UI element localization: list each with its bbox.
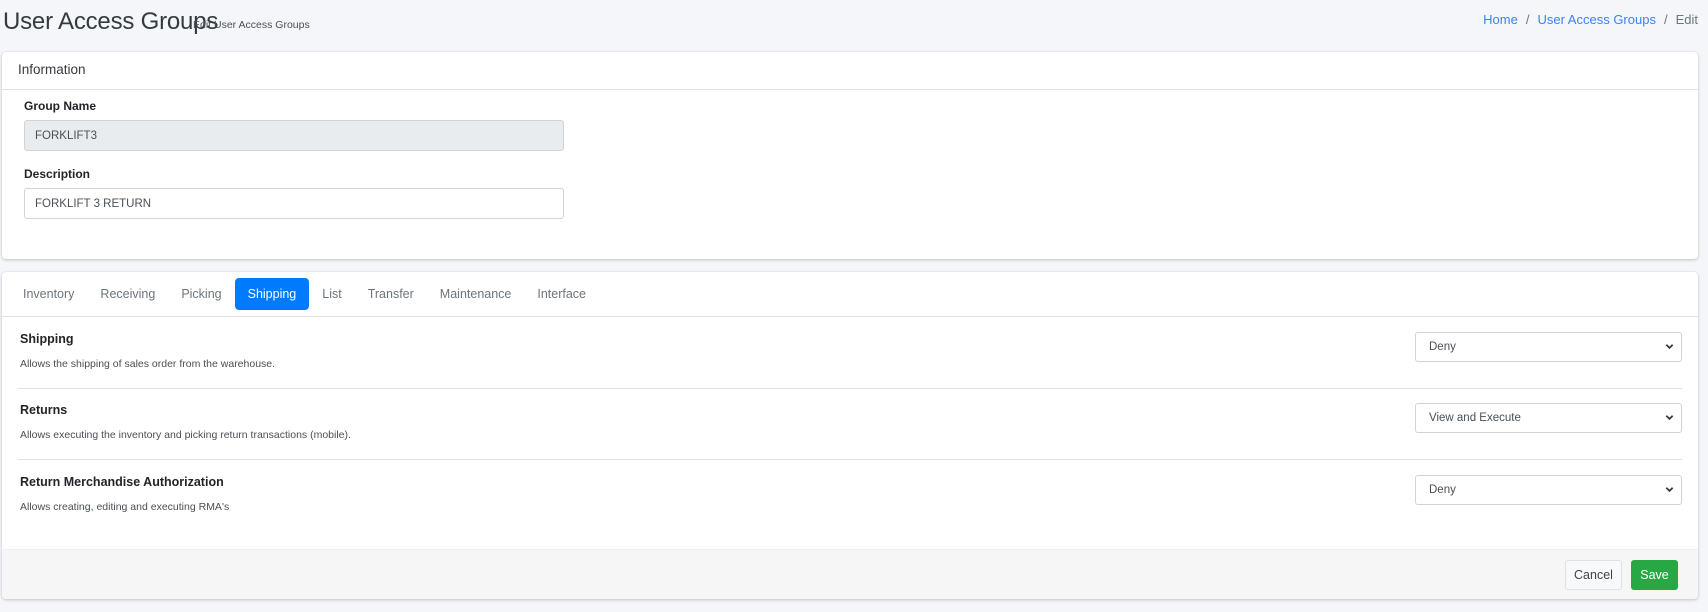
select-value: Deny bbox=[1429, 341, 1456, 353]
breadcrumb-user-access-groups[interactable]: User Access Groups bbox=[1537, 12, 1656, 27]
save-button[interactable]: Save bbox=[1631, 560, 1678, 590]
tab-picking[interactable]: Picking bbox=[168, 278, 234, 310]
permissions-card: Inventory Receiving Picking Shipping Lis… bbox=[2, 272, 1698, 599]
tab-inventory[interactable]: Inventory bbox=[10, 278, 87, 310]
permission-row-returns: Returns Allows executing the inventory a… bbox=[18, 389, 1682, 460]
tab-shipping[interactable]: Shipping bbox=[234, 278, 310, 310]
page-header: User Access Groups Edit User Access Grou… bbox=[0, 0, 1708, 44]
rma-permission-select[interactable]: Deny bbox=[1415, 475, 1682, 505]
select-value: View and Execute bbox=[1429, 412, 1521, 424]
permission-row-shipping: Shipping Allows the shipping of sales or… bbox=[18, 318, 1682, 389]
permission-description: Allows executing the inventory and picki… bbox=[20, 429, 351, 441]
breadcrumb: Home / User Access Groups / Edit bbox=[1483, 12, 1698, 27]
information-card: Information Group Name Description bbox=[2, 52, 1698, 259]
chevron-down-icon bbox=[1665, 344, 1674, 350]
breadcrumb-separator: / bbox=[1663, 12, 1668, 27]
description-input[interactable] bbox=[24, 188, 564, 219]
group-name-input[interactable] bbox=[24, 120, 564, 151]
breadcrumb-separator: / bbox=[1525, 12, 1530, 27]
information-card-title: Information bbox=[2, 52, 1698, 90]
permission-title: Returns bbox=[20, 403, 68, 417]
tab-interface[interactable]: Interface bbox=[524, 278, 599, 310]
tab-receiving[interactable]: Receiving bbox=[87, 278, 168, 310]
permission-tabs: Inventory Receiving Picking Shipping Lis… bbox=[2, 272, 1698, 317]
chevron-down-icon bbox=[1665, 487, 1674, 493]
permission-description: Allows the shipping of sales order from … bbox=[20, 358, 276, 370]
page-subtitle: Edit User Access Groups bbox=[193, 19, 310, 31]
group-name-label: Group Name bbox=[24, 99, 97, 113]
breadcrumb-edit: Edit bbox=[1675, 12, 1698, 27]
permission-title: Return Merchandise Authorization bbox=[20, 475, 224, 489]
tab-transfer[interactable]: Transfer bbox=[355, 278, 427, 310]
tab-list[interactable]: List bbox=[309, 278, 354, 310]
shipping-permission-select[interactable]: Deny bbox=[1415, 332, 1682, 362]
card-footer: Cancel Save bbox=[2, 549, 1698, 599]
permission-row-rma: Return Merchandise Authorization Allows … bbox=[18, 461, 1682, 532]
permission-title: Shipping bbox=[20, 332, 74, 346]
permission-description: Allows creating, editing and executing R… bbox=[20, 501, 230, 513]
select-value: Deny bbox=[1429, 484, 1456, 496]
page-title: User Access Groups bbox=[3, 8, 219, 35]
chevron-down-icon bbox=[1665, 415, 1674, 421]
cancel-button[interactable]: Cancel bbox=[1565, 560, 1622, 590]
description-group: Description bbox=[24, 167, 564, 219]
returns-permission-select[interactable]: View and Execute bbox=[1415, 403, 1682, 433]
description-label: Description bbox=[24, 167, 91, 181]
group-name-group: Group Name bbox=[24, 99, 564, 151]
tab-maintenance[interactable]: Maintenance bbox=[427, 278, 525, 310]
breadcrumb-home[interactable]: Home bbox=[1483, 12, 1518, 27]
